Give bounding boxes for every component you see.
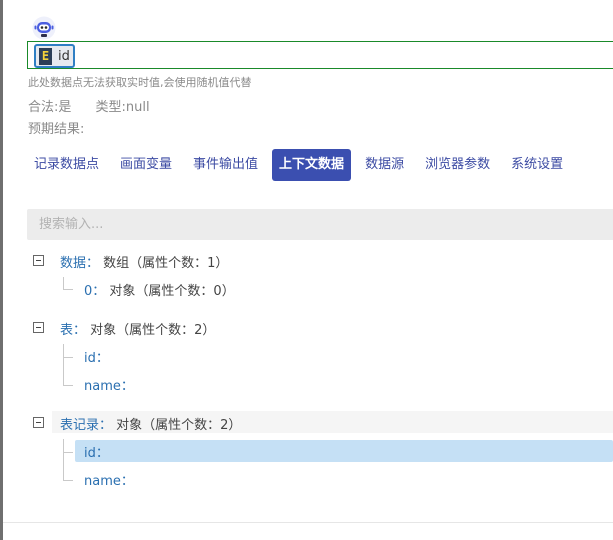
data-point-chip[interactable]: E id — [34, 44, 75, 68]
tree-node-table[interactable]: 表： 对象（属性个数：2） — [60, 319, 215, 338]
realtime-value-hint: 此处数据点无法获取实时值,会使用随机值代替 — [28, 76, 252, 89]
search-input[interactable] — [27, 209, 613, 240]
collapse-icon[interactable] — [33, 322, 44, 333]
tree-connector — [63, 357, 73, 358]
tree-connector — [63, 277, 64, 289]
tree-node-data-0[interactable]: 0： 对象（属性个数：0） — [84, 280, 235, 299]
tab-screen-variables[interactable]: 画面变量 — [113, 149, 179, 181]
tree-node-data[interactable]: 数据： 数组（属性个数：1） — [60, 252, 228, 271]
tab-data-source[interactable]: 数据源 — [358, 149, 411, 181]
tree-node-key: 数据： — [60, 256, 100, 271]
tree-node-key: id： — [84, 351, 109, 366]
tree-node-table-record[interactable]: 表记录： 对象（属性个数：2） — [60, 414, 241, 433]
tree-node-record-name[interactable]: name： — [84, 470, 134, 489]
tree-node-type: 对象（属性个数：2） — [116, 418, 242, 433]
expected-result-label: 预期结果: — [28, 122, 85, 137]
expression-type-icon: E — [39, 47, 52, 65]
tree-node-key: 0： — [84, 284, 106, 299]
tree-connector — [63, 480, 73, 481]
tab-browser-params[interactable]: 浏览器参数 — [418, 149, 497, 181]
tree-node-key: name： — [84, 474, 134, 489]
robot-avatar-icon — [32, 16, 56, 40]
source-tabs: 记录数据点 画面变量 事件输出值 上下文数据 数据源 浏览器参数 系统设置 — [27, 149, 577, 181]
tab-event-output[interactable]: 事件输出值 — [186, 149, 265, 181]
selected-row-highlight — [75, 440, 613, 462]
tree-node-key: 表记录： — [60, 418, 113, 433]
expression-editor[interactable]: E id — [27, 41, 613, 69]
footer-divider — [3, 522, 613, 523]
tree-node-key: name： — [84, 379, 134, 394]
tree-node-record-id[interactable]: id： — [84, 442, 109, 461]
valid-status: 合法:是 — [28, 100, 72, 115]
tree-connector — [63, 344, 64, 385]
tree-connector — [63, 289, 73, 290]
value-type: 类型:null — [95, 100, 150, 115]
tree-node-key: 表： — [60, 323, 87, 338]
tree-node-type: 对象（属性个数：0） — [109, 284, 235, 299]
tree-connector — [63, 452, 73, 453]
tree-node-key: id： — [84, 446, 109, 461]
tab-record-data-points[interactable]: 记录数据点 — [27, 149, 106, 181]
tree-node-type: 对象（属性个数：2） — [90, 323, 216, 338]
tab-system-settings[interactable]: 系统设置 — [504, 149, 570, 181]
collapse-icon[interactable] — [33, 255, 44, 266]
data-point-chip-label: id — [58, 48, 70, 64]
tree-connector — [63, 439, 64, 480]
tree-node-table-name[interactable]: name： — [84, 375, 134, 394]
window-left-border — [0, 0, 3, 540]
collapse-icon[interactable] — [33, 417, 44, 428]
tree-connector — [63, 385, 73, 386]
tab-context-data[interactable]: 上下文数据 — [272, 149, 352, 181]
tree-node-table-id[interactable]: id： — [84, 347, 109, 366]
tree-node-type: 数组（属性个数：1） — [103, 256, 229, 271]
validation-info: 合法:是 类型:null — [28, 96, 170, 115]
